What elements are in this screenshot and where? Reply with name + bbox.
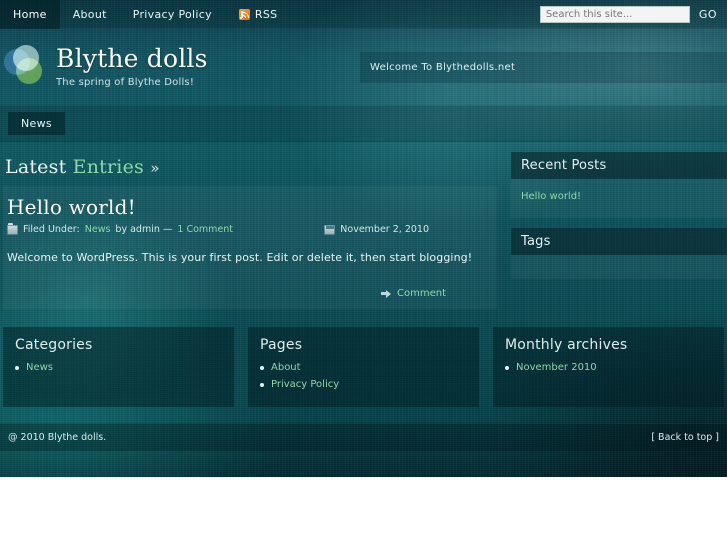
post-article: Hello world! Filed Under: News by admin …: [3, 186, 497, 309]
post-meta-right: November 2, 2010: [324, 224, 489, 235]
search-form: GO: [539, 6, 727, 23]
section-title: Latest Entries »: [3, 152, 497, 186]
widget-recent-posts: Recent Posts Hello world!: [511, 152, 727, 218]
widget-body-tags: [511, 255, 727, 279]
footer-list-pages: About Privacy Policy: [260, 359, 467, 393]
site-branding: Blythe dolls The spring of Blythe Dolls!: [56, 46, 208, 88]
back-to-top-link[interactable]: [ Back to top ]: [651, 432, 719, 443]
footer-list-monthly-archives: November 2010: [505, 359, 712, 376]
recent-post-link[interactable]: Hello world!: [521, 191, 581, 202]
section-title-highlight: Entries: [72, 156, 144, 178]
three-circles-logo-icon[interactable]: [4, 45, 48, 89]
footer-title-pages: Pages: [260, 337, 303, 353]
calendar-icon: [324, 224, 336, 235]
footer-column-categories: Categories News: [3, 327, 234, 407]
copyright-text: @ 2010 Blythe dolls.: [8, 431, 107, 443]
rss-icon: [238, 9, 250, 20]
folder-icon: [7, 222, 18, 235]
post-comments-count-link[interactable]: 1 Comment: [177, 224, 233, 235]
nav-item-rss[interactable]: RSS: [225, 0, 291, 29]
widget-title-tags: Tags: [511, 228, 727, 255]
logo-circle-green: [16, 58, 42, 84]
post-meta-author: by admin —: [115, 224, 173, 235]
post-comment-link[interactable]: Comment: [397, 288, 446, 299]
page-menu-bar: News: [0, 105, 727, 142]
post-meta-filed-under: Filed Under:: [23, 224, 80, 235]
footer-archive-november-2010[interactable]: November 2010: [516, 362, 597, 373]
footer-column-monthly-archives: Monthly archives November 2010: [493, 327, 724, 407]
post-category-link[interactable]: News: [85, 224, 111, 235]
footer-page-about[interactable]: About: [271, 362, 301, 373]
content-column: Latest Entries » Hello world! Filed Unde…: [0, 152, 497, 309]
nav-item-home[interactable]: Home: [0, 0, 60, 29]
back-to-top-wrap: [ Back to top ]: [651, 432, 719, 443]
footer-title-categories: Categories: [15, 337, 93, 353]
post-footer: Comment: [7, 270, 489, 299]
list-item: Privacy Policy: [260, 376, 467, 393]
nav-label-about: About: [72, 8, 107, 21]
post-body: Welcome to WordPress. This is your first…: [7, 251, 473, 264]
nav-item-privacy-policy[interactable]: Privacy Policy: [120, 0, 225, 29]
primary-nav: Home About Privacy Policy RSS: [0, 0, 290, 29]
nav-item-about[interactable]: About: [60, 0, 120, 29]
page-menu-item-news[interactable]: News: [8, 112, 65, 135]
footer-columns: Categories News Pages About Privacy Poli…: [0, 327, 727, 407]
widget-title-recent-posts: Recent Posts: [511, 152, 727, 179]
footer-list-categories: News: [15, 359, 222, 376]
post-meta-left: Filed Under: News by admin — 1 Comment: [7, 222, 233, 235]
section-title-arrows: »: [150, 159, 160, 177]
site-header: Blythe dolls The spring of Blythe Dolls!…: [0, 29, 727, 105]
widget-list-recent-posts: Hello world!: [511, 179, 727, 218]
welcome-text: Welcome To Blythedolls.net: [370, 61, 516, 73]
site-tagline: The spring of Blythe Dolls!: [56, 76, 195, 88]
list-item: News: [15, 359, 222, 376]
post-date: November 2, 2010: [340, 224, 429, 235]
footer-category-news[interactable]: News: [26, 362, 53, 373]
page-menu-label-news: News: [21, 117, 52, 130]
arrow-right-icon: [381, 289, 391, 298]
search-go-button[interactable]: GO: [699, 8, 717, 21]
footer-title-monthly-archives: Monthly archives: [505, 337, 628, 353]
sidebar: Recent Posts Hello world! Tags: [497, 152, 727, 309]
main-band: Latest Entries » Hello world! Filed Unde…: [0, 142, 727, 309]
nav-label-home: Home: [13, 8, 47, 21]
post-meta: Filed Under: News by admin — 1 Comment N…: [7, 222, 489, 235]
list-item: About: [260, 359, 467, 376]
post-title[interactable]: Hello world!: [7, 192, 489, 224]
widget-tags: Tags: [511, 228, 727, 279]
nav-label-rss: RSS: [254, 8, 278, 21]
section-title-lead: Latest: [5, 156, 67, 178]
footer-column-pages: Pages About Privacy Policy: [248, 327, 479, 407]
search-input[interactable]: [539, 6, 690, 23]
bottom-bar: @ 2010 Blythe dolls. [ Back to top ]: [0, 423, 727, 451]
footer-page-privacy-policy[interactable]: Privacy Policy: [271, 379, 339, 390]
list-item: November 2010: [505, 359, 712, 376]
list-item: Hello world!: [521, 189, 717, 204]
top-navigation-bar: Home About Privacy Policy RSS GO: [0, 0, 727, 29]
nav-label-privacy-policy: Privacy Policy: [132, 8, 212, 21]
site-title[interactable]: Blythe dolls: [56, 46, 208, 73]
site-page: Home About Privacy Policy RSS GO Blythe …: [0, 0, 727, 477]
welcome-banner: Welcome To Blythedolls.net: [360, 51, 727, 83]
